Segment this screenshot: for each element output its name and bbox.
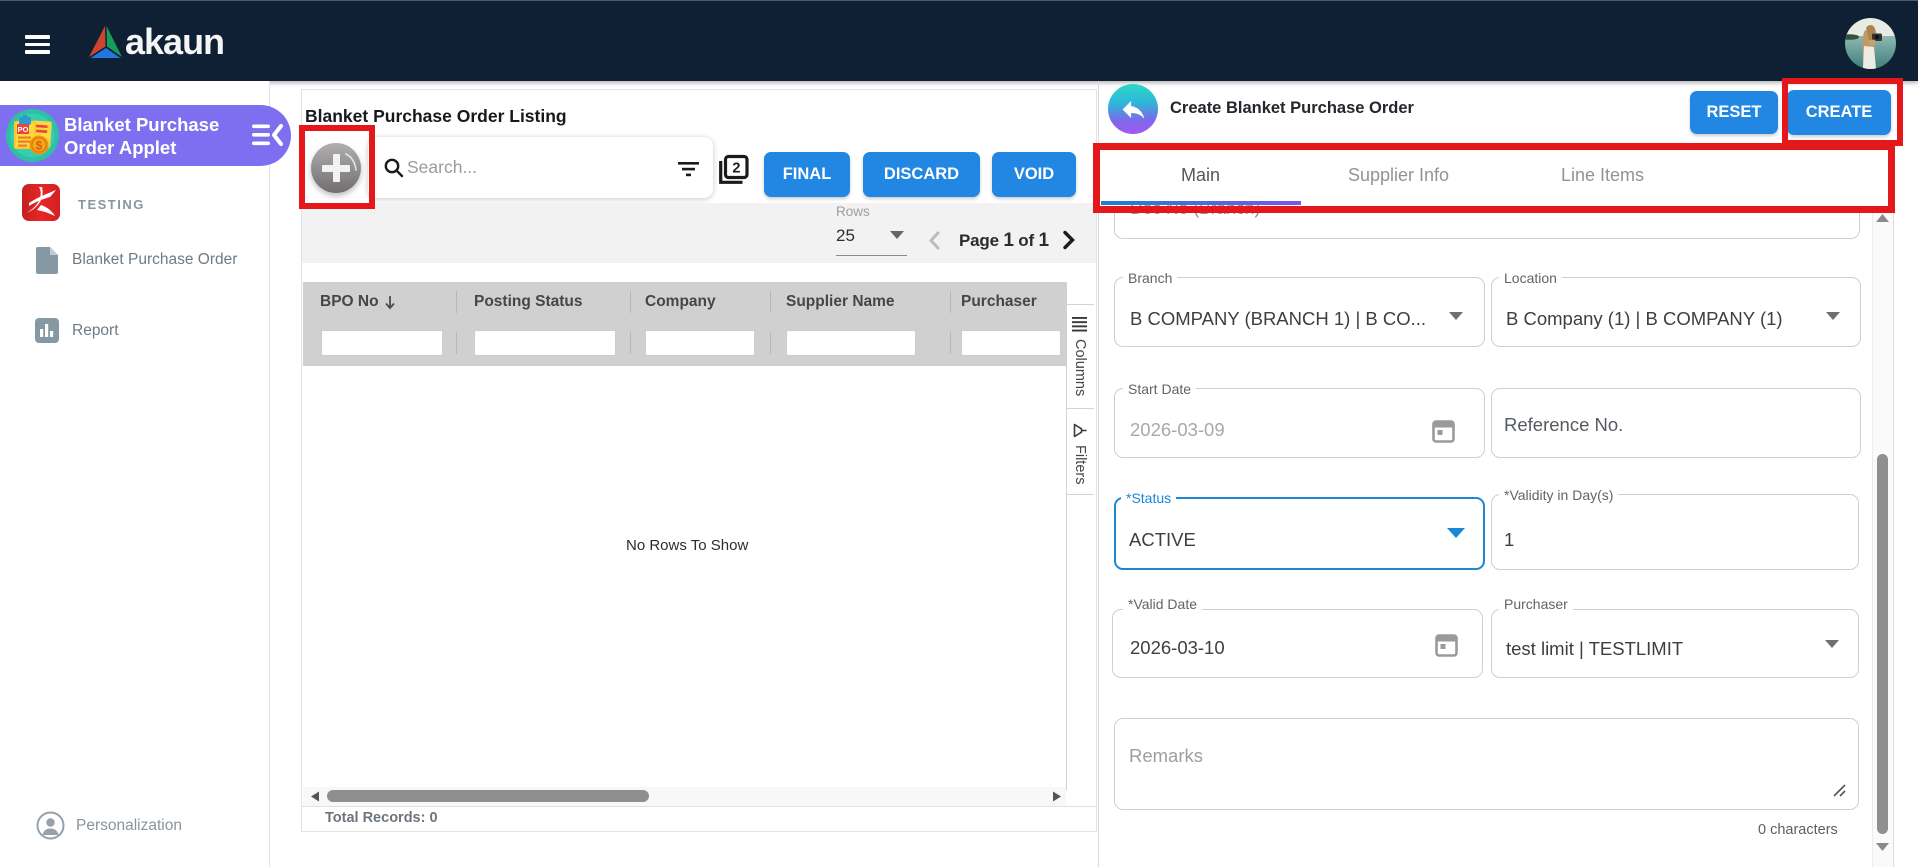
svg-text:PO: PO	[18, 125, 29, 134]
svg-text:2: 2	[732, 161, 740, 177]
svg-text:$: $	[36, 139, 43, 153]
